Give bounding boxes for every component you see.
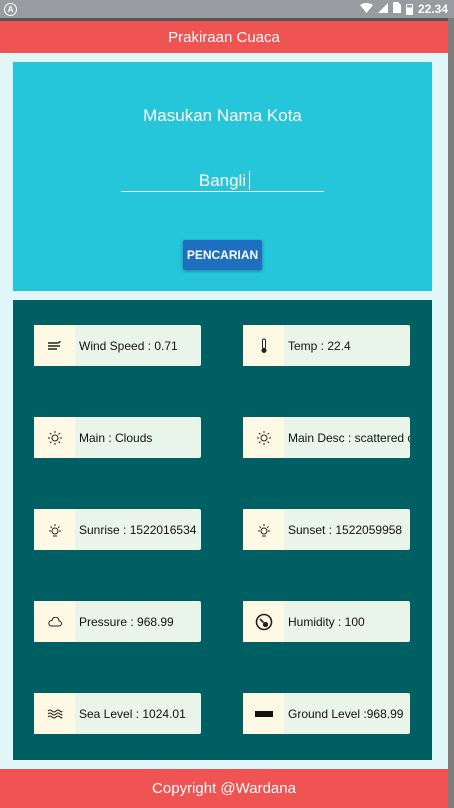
- cloud-icon: [34, 601, 75, 642]
- sea-level-label: Sea Level : 1024.01: [79, 706, 186, 721]
- humidity-tile: Humidity : 100: [243, 601, 410, 642]
- ground-icon: [243, 693, 284, 734]
- waves-icon: [34, 693, 75, 734]
- main-desc-label: Main Desc : scattered c: [288, 430, 410, 445]
- temp-label: Temp : 22.4: [288, 338, 351, 353]
- main-label: Main : Clouds: [79, 430, 153, 445]
- status-bar: A 22.34: [0, 0, 454, 18]
- sunrise-label: Sunrise : 1522016534: [79, 522, 197, 537]
- wifi-icon: [359, 2, 373, 16]
- app-title: Prakiraan Cuaca: [168, 28, 280, 46]
- ground-level-tile: Ground Level :968.99: [243, 693, 410, 734]
- temp-tile: Temp : 22.4: [243, 325, 410, 366]
- search-card: Masukan Nama Kota PENCARIAN: [13, 62, 432, 291]
- sunset-label: Sunset : 1522059958: [288, 522, 403, 537]
- main-desc-tile: Main Desc : scattered c: [243, 417, 410, 458]
- thermometer-icon: [243, 325, 284, 366]
- pressure-tile: Pressure : 968.99: [34, 601, 201, 642]
- android-logo-icon: A: [4, 2, 17, 16]
- main-tile: Main : Clouds: [34, 417, 201, 458]
- sunset-icon: [243, 509, 284, 550]
- no-sim-icon: [392, 2, 401, 16]
- text-cursor: [249, 171, 250, 190]
- sunrise-tile: Sunrise : 1522016534: [34, 509, 201, 550]
- footer: Copyright @Wardana: [0, 769, 448, 808]
- wind-speed-label: Wind Speed : 0.71: [79, 338, 178, 353]
- main-content: Masukan Nama Kota PENCARIAN Wind Speed :…: [0, 53, 448, 769]
- humidity-label: Humidity : 100: [288, 614, 365, 629]
- search-button[interactable]: PENCARIAN: [183, 240, 262, 270]
- app-bar: Prakiraan Cuaca: [0, 21, 448, 53]
- sun-icon: [34, 417, 75, 458]
- copyright-text: Copyright @Wardana: [152, 780, 296, 797]
- sea-level-tile: Sea Level : 1024.01: [34, 693, 201, 734]
- weather-info-panel: Wind Speed : 0.71 Temp : 22.4 Main : Clo…: [13, 300, 432, 760]
- sunrise-icon: [34, 509, 75, 550]
- wind-speed-tile: Wind Speed : 0.71: [34, 325, 201, 366]
- ground-level-label: Ground Level :968.99: [288, 706, 404, 721]
- search-title: Masukan Nama Kota: [143, 106, 302, 125]
- pressure-label: Pressure : 968.99: [79, 614, 174, 629]
- gauge-icon: [243, 601, 284, 642]
- battery-icon: [405, 3, 413, 15]
- sunset-tile: Sunset : 1522059958: [243, 509, 410, 550]
- sun-icon: [243, 417, 284, 458]
- screen-edge: [448, 18, 454, 808]
- city-input[interactable]: [121, 170, 324, 192]
- wind-icon: [34, 325, 75, 366]
- clock: 22.34: [417, 2, 448, 16]
- signal-icon: [377, 2, 388, 16]
